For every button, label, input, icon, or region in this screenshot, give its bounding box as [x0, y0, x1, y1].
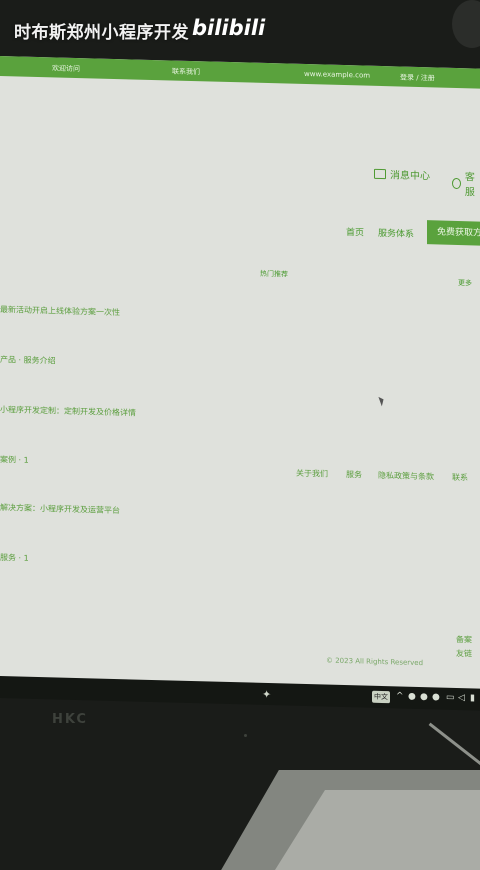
- footer-friend-links[interactable]: 友链: [456, 648, 472, 659]
- bilibili-logo: bilibili: [192, 16, 266, 40]
- network-icon[interactable]: ▮: [470, 693, 475, 703]
- topbar-contact-link[interactable]: 联系我们: [172, 67, 200, 78]
- app-tray-icon[interactable]: ●: [408, 692, 416, 702]
- topbar-welcome-link[interactable]: 欢迎访问: [52, 63, 80, 74]
- monitor-screen: 欢迎访问 联系我们 www.example.com 登录 / 注册 消息中心 客…: [0, 56, 480, 709]
- footer-link[interactable]: 联系: [452, 472, 468, 483]
- app-tray-icon[interactable]: ●: [432, 692, 440, 702]
- get-plan-button[interactable]: 免费获取方案: [427, 220, 480, 247]
- message-center[interactable]: 消息中心: [374, 166, 430, 182]
- footer-link[interactable]: 隐私政策与条款: [378, 470, 434, 482]
- customer-service-label: 客服: [464, 172, 475, 199]
- copyright-text: © 2023 All Rights Reserved: [326, 656, 424, 668]
- list-item[interactable]: 最新活动开启上线体验方案一次性: [0, 304, 120, 318]
- topbar-login-link[interactable]: 登录 / 注册: [400, 72, 435, 83]
- nav-home-link[interactable]: 首页: [346, 225, 364, 238]
- list-item[interactable]: 小程序开发定制：定制开发及价格详情: [0, 404, 136, 419]
- customer-service[interactable]: 客服: [452, 168, 480, 199]
- monitor-brand-logo: HKC: [52, 712, 88, 727]
- input-method-indicator[interactable]: 中文: [372, 690, 390, 704]
- message-center-label: 消息中心: [390, 170, 430, 183]
- message-icon: [374, 168, 386, 179]
- display-icon[interactable]: ▭: [446, 693, 455, 703]
- footer-link[interactable]: 服务: [346, 469, 362, 480]
- video-title: 时布斯郑州小程序开发: [14, 23, 189, 43]
- list-item[interactable]: 服务 · 1: [0, 552, 29, 564]
- volume-icon[interactable]: ◁: [458, 693, 465, 703]
- app-tray-icon[interactable]: ●: [420, 692, 428, 702]
- section-label: 热门推荐: [260, 269, 288, 279]
- service-icon: [452, 177, 461, 189]
- top-utility-bar: 欢迎访问 联系我们 www.example.com 登录 / 注册: [0, 56, 480, 89]
- nav-services-link[interactable]: 服务体系: [378, 226, 414, 240]
- mouse-cursor-icon: [378, 395, 386, 407]
- chevron-up-icon[interactable]: ^: [396, 691, 404, 701]
- footer-link[interactable]: 关于我们: [296, 468, 328, 480]
- taskbar-app-icon[interactable]: ✦: [262, 688, 271, 701]
- topbar-site-link[interactable]: www.example.com: [304, 70, 370, 80]
- camera-corner-shape: [452, 0, 480, 48]
- power-indicator: [244, 734, 247, 737]
- list-item[interactable]: 解决方案：小程序开发及运营平台: [0, 502, 120, 516]
- more-link[interactable]: 更多: [458, 278, 472, 288]
- list-item[interactable]: 案例 · 1: [0, 454, 29, 466]
- list-item[interactable]: 产品 · 服务介绍: [0, 354, 56, 366]
- footer-icp[interactable]: 备案: [456, 634, 472, 645]
